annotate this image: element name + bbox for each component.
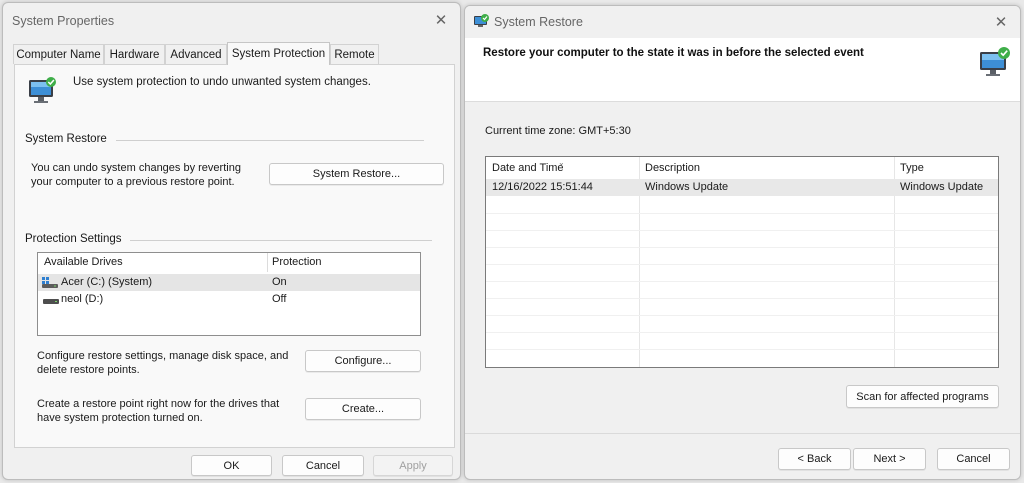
column-description[interactable]: Description [645, 162, 700, 174]
column-date-and-time[interactable]: Date and Time [492, 162, 564, 174]
scan-affected-programs-button[interactable]: Scan for affected programs [846, 385, 999, 408]
system-restore-description-line1: You can undo system changes by reverting [31, 162, 241, 174]
restore-wizard-icon [977, 44, 1013, 80]
column-available-drives[interactable]: Available Drives [44, 256, 123, 268]
grid-line [486, 230, 998, 231]
grid-line [486, 298, 998, 299]
restore-point-type: Windows Update [900, 181, 984, 193]
wizard-heading: Restore your computer to the state it wa… [483, 47, 864, 59]
system-restore-description-line2: your computer to a previous restore poin… [31, 176, 235, 188]
tab-computer-name[interactable]: Computer Name [13, 44, 104, 64]
create-button[interactable]: Create... [305, 398, 421, 420]
intro-text: Use system protection to undo unwanted s… [73, 76, 371, 88]
column-separator [267, 253, 268, 272]
next-button[interactable]: Next > [853, 448, 926, 470]
system-drive-icon [42, 277, 58, 288]
cancel-button[interactable]: Cancel [937, 448, 1010, 470]
configure-description-line1: Configure restore settings, manage disk … [37, 350, 289, 362]
close-icon[interactable]: ✕ [990, 11, 1012, 33]
grid-line [486, 349, 998, 350]
system-restore-button[interactable]: System Restore... [269, 163, 444, 185]
drive-name: Acer (C:) (System) [61, 276, 153, 288]
system-protection-icon [26, 74, 60, 108]
title-bar[interactable]: System Properties ✕ [3, 3, 460, 39]
grid-line [486, 264, 998, 265]
grid-line [486, 213, 998, 214]
grid-line [486, 332, 998, 333]
system-restore-window: System Restore ✕ Restore your computer t… [464, 5, 1021, 480]
window-title: System Properties [12, 14, 115, 28]
tab-hardware[interactable]: Hardware [104, 44, 165, 64]
drive-protection-status: On [272, 276, 287, 288]
configure-button[interactable]: Configure... [305, 350, 421, 372]
cancel-button[interactable]: Cancel [282, 455, 364, 476]
create-description-line1: Create a restore point right now for the… [37, 398, 280, 410]
group-divider [116, 140, 424, 141]
wizard-header: Restore your computer to the state it wa… [465, 38, 1020, 102]
title-bar[interactable]: System Restore ✕ [465, 6, 1020, 38]
drive-name: neol (D:) [61, 293, 104, 305]
configure-description-line2: delete restore points. [37, 364, 140, 376]
restore-points-header: Date and Time ⌄ Description Type [486, 157, 998, 179]
ok-button[interactable]: OK [191, 455, 272, 476]
column-protection[interactable]: Protection [272, 256, 322, 268]
drive-row[interactable]: neol (D:) Off [38, 291, 420, 308]
drives-table-header: Available Drives Protection [38, 253, 420, 272]
system-restore-group-label: System Restore [25, 133, 107, 145]
drive-icon [43, 296, 59, 304]
footer-divider [465, 433, 1020, 434]
grid-line [486, 315, 998, 316]
tab-system-protection[interactable]: System Protection [227, 42, 330, 65]
restore-point-date: 12/16/2022 15:51:44 [492, 181, 593, 193]
sort-arrow-icon: ⌄ [558, 158, 565, 167]
grid-line [486, 247, 998, 248]
back-button[interactable]: < Back [778, 448, 851, 470]
drive-row[interactable]: Acer (C:) (System) On [38, 274, 420, 291]
drives-table[interactable]: Available Drives Protection Acer (C:) (S… [37, 252, 421, 336]
drive-protection-status: Off [272, 293, 287, 305]
tab-remote[interactable]: Remote [330, 44, 379, 64]
tab-advanced[interactable]: Advanced [165, 44, 227, 64]
restore-points-table[interactable]: Date and Time ⌄ Description Type 12/16/2… [485, 156, 999, 368]
window-title: System Restore [494, 15, 583, 29]
restore-point-row[interactable]: 12/16/2022 15:51:44 Windows Update Windo… [486, 179, 998, 196]
grid-line [486, 281, 998, 282]
close-icon[interactable]: ✕ [430, 9, 452, 31]
protection-settings-group-label: Protection Settings [25, 233, 122, 245]
create-description-line2: have system protection turned on. [37, 412, 203, 424]
timezone-label: Current time zone: GMT+5:30 [485, 125, 631, 137]
apply-button[interactable]: Apply [373, 455, 453, 476]
group-divider [130, 240, 432, 241]
system-restore-app-icon [473, 13, 490, 30]
column-type[interactable]: Type [900, 162, 924, 174]
restore-point-description: Windows Update [645, 181, 729, 193]
system-properties-window: System Properties ✕ Computer Name Hardwa… [2, 2, 461, 480]
